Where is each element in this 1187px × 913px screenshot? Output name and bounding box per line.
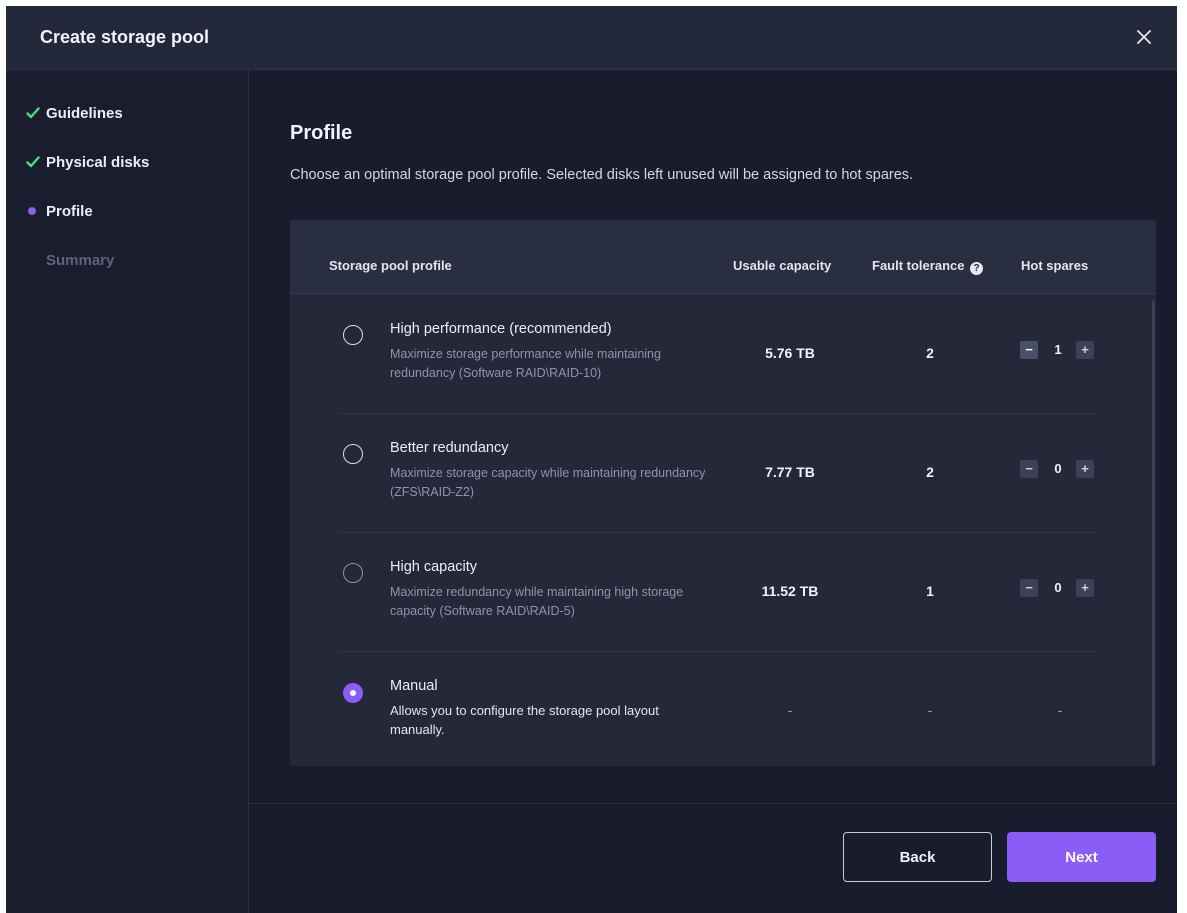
profile-description: Maximize redundancy while maintaining hi… bbox=[390, 585, 684, 618]
profile-name: High capacity bbox=[390, 559, 478, 575]
next-button[interactable]: Next bbox=[1007, 832, 1156, 882]
hot-spares-value: 0 bbox=[1054, 580, 1062, 595]
close-button[interactable] bbox=[1129, 22, 1159, 52]
profile-name: Better redundancy bbox=[390, 440, 509, 456]
step-label: Physical disks bbox=[46, 153, 150, 171]
profile-description: Allows you to configure the storage pool… bbox=[390, 703, 659, 737]
increment-button[interactable]: + bbox=[1076, 579, 1094, 597]
step-label: Profile bbox=[46, 202, 93, 220]
hot-spares-stepper: − 1 + bbox=[1020, 341, 1100, 359]
hot-spares-value: 0 bbox=[1054, 461, 1062, 476]
page-description: Choose an optimal storage pool profile. … bbox=[290, 167, 914, 183]
hot-spares-stepper: − 0 + bbox=[1020, 579, 1100, 597]
hot-spares-value: 1 bbox=[1054, 342, 1062, 357]
profile-row-high-performance[interactable]: High performance (recommended) Maximize … bbox=[290, 295, 1110, 414]
fault-tolerance-value: 2 bbox=[926, 345, 934, 361]
profile-table: Storage pool profile Usable capacity Fau… bbox=[290, 220, 1156, 766]
decrement-button[interactable]: − bbox=[1020, 579, 1038, 597]
fault-tolerance-value: 2 bbox=[926, 464, 934, 480]
dialog-title: Create storage pool bbox=[40, 27, 210, 47]
increment-button[interactable]: + bbox=[1076, 341, 1094, 359]
profile-row-better-redundancy[interactable]: Better redundancy Maximize storage capac… bbox=[290, 414, 1110, 533]
profile-radio[interactable] bbox=[343, 563, 363, 583]
decrement-button[interactable]: − bbox=[1020, 460, 1038, 478]
usable-capacity: 7.77 TB bbox=[765, 464, 815, 480]
profile-name: High performance (recommended) bbox=[390, 321, 612, 337]
current-step-dot-icon bbox=[28, 207, 36, 215]
help-icon[interactable]: ? bbox=[970, 262, 984, 275]
main-content: Profile Choose an optimal storage pool p… bbox=[250, 70, 1177, 803]
column-header-profile: Storage pool profile bbox=[329, 258, 452, 273]
profile-description: Maximize storage capacity while maintain… bbox=[390, 466, 706, 499]
profile-description: Maximize storage performance while maint… bbox=[390, 347, 661, 380]
step-profile[interactable]: Profile bbox=[26, 200, 93, 222]
increment-button[interactable]: + bbox=[1076, 460, 1094, 478]
fault-tolerance-value: - bbox=[927, 702, 933, 718]
check-icon bbox=[26, 156, 40, 168]
usable-capacity: 5.76 TB bbox=[765, 345, 815, 361]
step-physical-disks[interactable]: Physical disks bbox=[26, 151, 149, 173]
column-header-hot-spares: Hot spares bbox=[1021, 258, 1089, 273]
profile-radio-selected[interactable] bbox=[343, 683, 363, 703]
step-label: Summary bbox=[46, 251, 115, 269]
hot-spares-stepper: − 0 + bbox=[1020, 460, 1100, 478]
profile-name: Manual bbox=[390, 678, 438, 694]
step-label: Guidelines bbox=[46, 104, 123, 122]
column-header-fault-tolerance: Fault tolerance ? bbox=[872, 258, 984, 275]
wizard-steps-sidebar: Guidelines Physical disks Profile Summar… bbox=[6, 70, 249, 913]
dialog-header: Create storage pool bbox=[6, 6, 1177, 70]
column-header-capacity: Usable capacity bbox=[733, 258, 832, 273]
usable-capacity: 11.52 TB bbox=[761, 583, 819, 599]
profile-radio[interactable] bbox=[343, 325, 363, 345]
close-icon bbox=[1137, 30, 1151, 44]
profile-row-manual[interactable]: Manual Allows you to configure the stora… bbox=[290, 652, 1110, 766]
profile-radio[interactable] bbox=[343, 444, 363, 464]
page-title: Profile bbox=[290, 122, 353, 144]
table-header: Storage pool profile Usable capacity Fau… bbox=[290, 220, 1156, 294]
usable-capacity: - bbox=[787, 702, 793, 718]
decrement-button[interactable]: − bbox=[1020, 341, 1038, 359]
profile-row-high-capacity[interactable]: High capacity Maximize redundancy while … bbox=[290, 533, 1110, 652]
dialog-footer: Back Next bbox=[250, 803, 1177, 913]
hot-spares-value: - bbox=[1057, 702, 1063, 718]
step-guidelines[interactable]: Guidelines bbox=[26, 102, 123, 124]
check-icon bbox=[26, 107, 40, 119]
create-storage-pool-dialog: Create storage pool Guidelines Physical … bbox=[6, 6, 1177, 913]
step-summary: Summary bbox=[26, 249, 114, 271]
back-button[interactable]: Back bbox=[843, 832, 992, 882]
fault-tolerance-label: Fault tolerance bbox=[872, 258, 965, 273]
table-scrollbar[interactable] bbox=[1152, 300, 1155, 766]
fault-tolerance-value: 1 bbox=[926, 583, 934, 599]
